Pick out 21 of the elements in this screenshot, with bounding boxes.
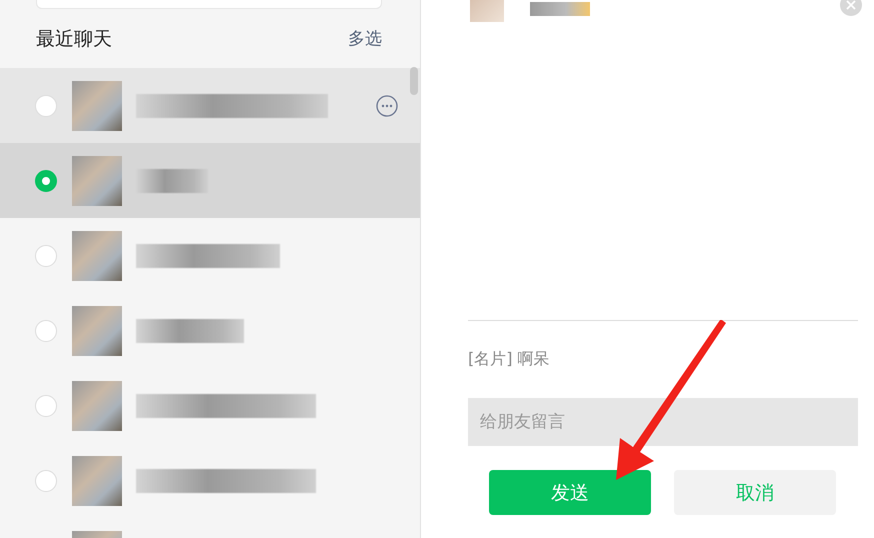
send-button[interactable]: 发送 bbox=[489, 470, 651, 515]
avatar-placeholder bbox=[72, 156, 122, 206]
close-icon[interactable] bbox=[840, 0, 862, 16]
avatar-placeholder bbox=[72, 456, 122, 506]
multi-select-button[interactable]: 多选 bbox=[348, 27, 382, 50]
more-icon[interactable] bbox=[376, 94, 398, 116]
avatar-placeholder bbox=[470, 0, 504, 22]
contact-row[interactable] bbox=[0, 68, 420, 143]
radio-button[interactable] bbox=[35, 170, 57, 192]
card-label: [名片] 啊呆 bbox=[468, 349, 551, 370]
avatar-placeholder bbox=[72, 380, 122, 430]
scrollbar[interactable] bbox=[410, 67, 418, 95]
contact-row[interactable] bbox=[0, 143, 420, 218]
message-field[interactable]: 给朋友留言 bbox=[468, 398, 858, 446]
blurred-name bbox=[530, 2, 590, 16]
blurred-name bbox=[136, 168, 208, 192]
section-title: 最近聊天 bbox=[36, 26, 112, 52]
cancel-button[interactable]: 取消 bbox=[674, 470, 836, 515]
avatar-placeholder bbox=[72, 80, 122, 130]
avatar-placeholder bbox=[72, 306, 122, 356]
avatar-placeholder bbox=[72, 230, 122, 280]
